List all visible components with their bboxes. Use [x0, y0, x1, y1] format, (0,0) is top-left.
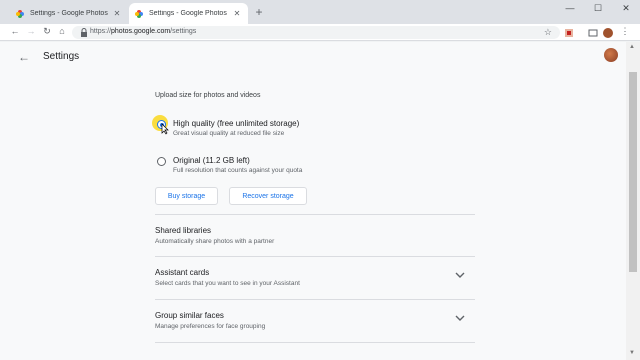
lock-icon — [81, 28, 87, 37]
scroll-up-icon[interactable]: ▲ — [629, 44, 635, 50]
menu-dots-icon[interactable]: ⋮ — [618, 26, 632, 37]
divider — [155, 299, 475, 300]
google-photos-favicon-icon — [135, 9, 143, 18]
chevron-down-icon[interactable] — [455, 271, 465, 281]
reload-icon[interactable]: ↻ — [40, 26, 54, 37]
tab-title: Settings - Google Photos — [30, 10, 108, 17]
setting-shared-libraries-title[interactable]: Shared libraries — [155, 226, 211, 235]
maximize-icon[interactable]: ☐ — [584, 3, 612, 14]
setting-group-faces-subtitle: Manage preferences for face grouping — [155, 323, 266, 330]
close-window-icon[interactable]: ✕ — [612, 3, 640, 14]
upload-size-label: Upload size for photos and videos — [155, 92, 261, 99]
profile-avatar-icon[interactable] — [603, 28, 613, 38]
option-subtitle: Full resolution that counts against your… — [173, 167, 303, 174]
setting-assistant-cards-subtitle: Select cards that you want to see in you… — [155, 280, 300, 287]
url-protocol: https:// — [90, 28, 112, 35]
divider — [155, 256, 475, 257]
page-title: Settings — [43, 51, 80, 62]
browser-toolbar: ← → ↻ ⌂ https://photos.google.com/settin… — [0, 24, 640, 41]
url-path: /settings — [170, 28, 197, 35]
page-content — [0, 42, 626, 360]
buy-storage-button[interactable]: Buy storage — [155, 187, 218, 205]
close-tab-icon[interactable]: ✕ — [112, 9, 122, 18]
browser-tab-1[interactable]: Settings - Google Photos ✕ — [10, 3, 128, 24]
scroll-thumb[interactable] — [629, 72, 637, 272]
setting-shared-libraries-subtitle: Automatically share photos with a partne… — [155, 238, 275, 245]
mouse-cursor-icon — [161, 123, 169, 135]
option-title: High quality (free unlimited storage) — [173, 119, 300, 128]
url-text: https://photos.google.com/settings — [90, 28, 196, 35]
cast-icon[interactable] — [588, 28, 598, 38]
chevron-down-icon[interactable] — [455, 314, 465, 324]
bookmark-star-icon[interactable]: ☆ — [544, 27, 552, 38]
recover-storage-button[interactable]: Recover storage — [229, 187, 307, 205]
close-tab-icon[interactable]: ✕ — [232, 9, 242, 18]
extension-icon[interactable] — [564, 28, 574, 38]
scroll-down-icon[interactable]: ▼ — [629, 350, 635, 356]
back-arrow-icon[interactable]: ← — [18, 50, 30, 64]
browser-tab-2[interactable]: Settings - Google Photos ✕ — [129, 3, 248, 24]
address-bar[interactable]: https://photos.google.com/settings ☆ — [72, 26, 560, 39]
tab-strip: Settings - Google Photos ✕ Settings - Go… — [0, 0, 640, 24]
original-radio[interactable] — [157, 157, 166, 166]
divider — [155, 342, 475, 343]
home-icon[interactable]: ⌂ — [55, 26, 69, 36]
scrollbar[interactable]: ▲ ▼ — [626, 42, 640, 360]
setting-assistant-cards-title[interactable]: Assistant cards — [155, 268, 209, 277]
setting-group-faces-title[interactable]: Group similar faces — [155, 311, 224, 320]
forward-icon[interactable]: → — [24, 26, 38, 36]
back-icon[interactable]: ← — [8, 26, 22, 36]
option-title: Original (11.2 GB left) — [173, 156, 250, 165]
option-subtitle: Great visual quality at reduced file siz… — [173, 130, 285, 137]
avatar[interactable] — [604, 48, 618, 62]
new-tab-plus-icon[interactable]: + — [252, 5, 266, 19]
url-host: photos.google.com — [111, 28, 171, 35]
tab-title: Settings - Google Photos — [149, 10, 227, 17]
google-photos-favicon-icon — [16, 9, 24, 18]
divider — [155, 214, 475, 215]
minimize-icon[interactable]: — — [556, 3, 584, 13]
